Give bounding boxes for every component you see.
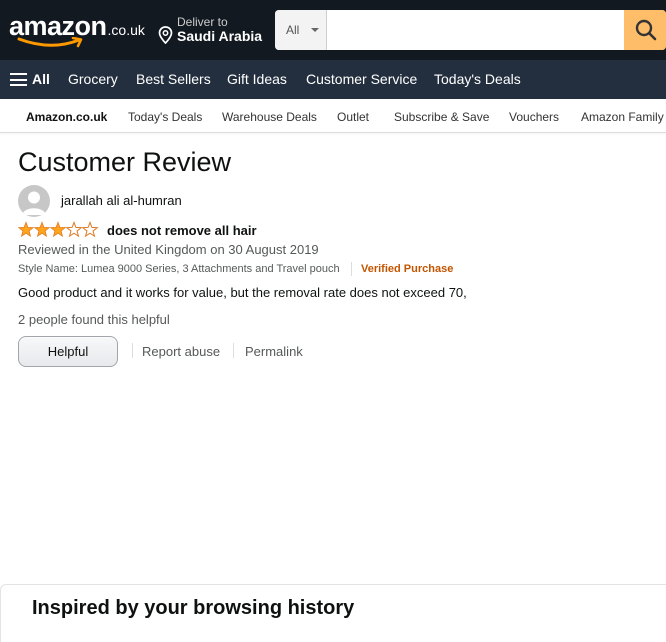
amazon-logo[interactable]: amazon.co.uk (9, 12, 145, 48)
divider (351, 262, 352, 276)
star-empty-icon (65, 220, 83, 238)
subnav-item-amazon-co-uk[interactable]: Amazon.co.uk (26, 110, 107, 124)
nav-item-todays-deals[interactable]: Today's Deals (434, 71, 521, 87)
nav-item-best-sellers[interactable]: Best Sellers (136, 71, 211, 87)
star-rating (17, 220, 100, 243)
sub-nav: Amazon.co.uk Today's Deals Warehouse Dea… (0, 99, 666, 133)
permalink-link[interactable]: Permalink (245, 344, 303, 359)
style-name[interactable]: Style Name: Lumea 9000 Series, 3 Attachm… (18, 263, 340, 275)
divider (132, 343, 133, 358)
search-input[interactable] (327, 10, 624, 50)
subnav-item-outlet[interactable]: Outlet (337, 110, 369, 124)
star-empty-icon (81, 220, 99, 238)
review-title[interactable]: does not remove all hair (107, 223, 257, 238)
subnav-item-warehouse-deals[interactable]: Warehouse Deals (222, 110, 317, 124)
report-abuse-link[interactable]: Report abuse (142, 344, 220, 359)
hamburger-icon (10, 73, 27, 86)
search-category-label: All (286, 23, 300, 37)
star-filled-icon (49, 221, 67, 238)
page-title: Customer Review (18, 147, 232, 177)
nav-item-grocery[interactable]: Grocery (68, 71, 118, 87)
logo-smile-icon (17, 37, 83, 48)
avatar (18, 185, 50, 217)
review-body: Good product and it works for value, but… (18, 285, 467, 300)
subnav-item-todays-deals[interactable]: Today's Deals (128, 110, 202, 124)
inspired-section: Inspired by your browsing history (0, 584, 666, 642)
helpful-button[interactable]: Helpful (18, 336, 118, 367)
review-date: Reviewed in the United Kingdom on 30 Aug… (18, 242, 319, 257)
reviewer-name[interactable]: jarallah ali al-humran (61, 193, 182, 208)
star-filled-icon (33, 221, 51, 238)
all-label: All (32, 71, 50, 87)
inspired-title: Inspired by your browsing history (32, 597, 355, 619)
search-bar: All (275, 10, 666, 50)
deliver-country: Saudi Arabia (177, 28, 263, 44)
nav-item-customer-service[interactable]: Customer Service (306, 71, 417, 87)
subnav-item-subscribe-save[interactable]: Subscribe & Save (394, 110, 489, 124)
verified-purchase-badge: Verified Purchase (361, 263, 454, 275)
logo-tld: .co.uk (107, 22, 145, 38)
search-icon (635, 19, 657, 41)
divider (233, 343, 234, 358)
location-pin-icon (158, 26, 173, 44)
subnav-item-vouchers[interactable]: Vouchers (509, 110, 559, 124)
top-header: amazon.co.uk Deliver to Saudi Arabia All (0, 0, 666, 60)
search-category-dropdown[interactable]: All (275, 10, 327, 50)
user-icon (22, 191, 46, 215)
deliver-label: Deliver to (177, 15, 228, 29)
caret-down-icon (311, 28, 319, 32)
helpful-count: 2 people found this helpful (18, 312, 170, 327)
subnav-item-amazon-family[interactable]: Amazon Family (581, 110, 664, 124)
star-filled-icon (17, 221, 35, 238)
search-button[interactable] (624, 10, 666, 50)
nav-item-gift-ideas[interactable]: Gift Ideas (227, 71, 287, 87)
main-nav: All Grocery Best Sellers Gift Ideas Cust… (0, 60, 666, 99)
rating-stars-icon (17, 220, 99, 238)
